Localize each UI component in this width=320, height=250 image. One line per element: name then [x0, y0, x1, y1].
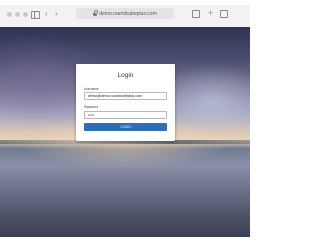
maximize-window-button[interactable]	[23, 12, 28, 17]
sidebar-toggle-icon[interactable]	[31, 11, 40, 19]
username-label: Username	[84, 87, 99, 91]
lock-icon	[93, 10, 98, 16]
back-button[interactable]: ‹	[45, 9, 48, 19]
close-window-button[interactable]	[7, 12, 12, 17]
minimize-window-button[interactable]	[15, 12, 20, 17]
login-form: Login Username demo@demo.roundcubeplus.c…	[76, 64, 175, 141]
new-tab-button[interactable]: +	[208, 8, 213, 18]
login-title: Login	[117, 72, 134, 79]
bottom-bar	[0, 237, 250, 250]
tab-overview-icon[interactable]	[220, 10, 228, 18]
browser-window: ‹ › demo.roundcubeplus.com + Login Usern…	[0, 0, 250, 250]
password-label: Password	[84, 105, 98, 109]
forward-button[interactable]: ›	[55, 9, 58, 19]
address-bar-url: demo.roundcubeplus.com	[99, 10, 157, 17]
share-icon[interactable]	[192, 10, 200, 18]
login-button[interactable]: LOGIN	[84, 123, 167, 131]
address-bar[interactable]: demo.roundcubeplus.com	[76, 8, 174, 19]
username-input[interactable]: demo@demo.roundcubeplus.com	[84, 92, 167, 100]
password-input[interactable]: ••••	[84, 111, 167, 119]
browser-toolbar: ‹ › demo.roundcubeplus.com +	[0, 5, 250, 28]
window-controls	[7, 12, 28, 17]
